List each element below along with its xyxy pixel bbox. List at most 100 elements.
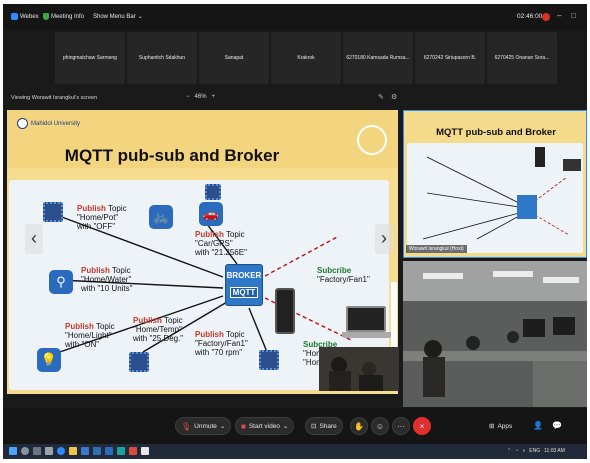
participant-tile[interactable]: phingmatchaw Sarmeng bbox=[55, 32, 125, 84]
arrow-fan-to-broker bbox=[248, 307, 268, 353]
webex-taskbar-icon[interactable] bbox=[117, 447, 125, 455]
topic-value: with "OFF" bbox=[77, 222, 116, 231]
file-explorer-icon[interactable] bbox=[69, 447, 77, 455]
share-button[interactable]: ⊡ Share bbox=[305, 417, 343, 435]
task-view-icon[interactable] bbox=[33, 447, 41, 455]
participant-name: Krakrok bbox=[297, 55, 315, 61]
mail-icon[interactable] bbox=[105, 447, 113, 455]
unmute-button[interactable]: 🎙 Unmute ⌄ bbox=[175, 417, 232, 435]
participant-name: 6270242 Siriupasorn B. bbox=[423, 55, 477, 61]
subscribe-keyword: Subcribe bbox=[317, 266, 352, 275]
language-indicator[interactable]: ENG bbox=[529, 448, 540, 454]
apps-button[interactable]: ⊞ Apps bbox=[489, 422, 512, 431]
university-name: Mahidol University bbox=[31, 120, 81, 127]
minimize-button[interactable]: – bbox=[557, 11, 561, 20]
publish-keyword: Publish bbox=[77, 204, 106, 213]
classroom-video-tile[interactable] bbox=[403, 261, 587, 407]
meeting-info-button[interactable]: Meeting Info bbox=[43, 13, 84, 20]
start-video-label: Start video bbox=[248, 422, 280, 430]
store-icon[interactable] bbox=[93, 447, 101, 455]
camera-off-icon: ■ bbox=[241, 421, 246, 431]
topic-word: Topic bbox=[163, 316, 183, 325]
chevron-down-icon: ⌄ bbox=[137, 14, 143, 20]
publish-keyword: Publish bbox=[81, 266, 110, 275]
search-icon[interactable] bbox=[21, 447, 29, 455]
show-menu-bar-button[interactable]: Show Menu Bar ⌄ bbox=[93, 13, 143, 21]
reactions-button[interactable]: ☺ bbox=[371, 417, 389, 435]
participant-tile[interactable]: Krakrok bbox=[271, 32, 341, 84]
app-icon[interactable] bbox=[141, 447, 149, 455]
maximize-button[interactable]: □ bbox=[571, 11, 576, 20]
leave-meeting-button[interactable]: × bbox=[413, 417, 431, 435]
annotate-icon[interactable]: ✎ bbox=[378, 93, 384, 101]
participant-name: 6270425 Onanan Sora... bbox=[494, 55, 550, 61]
viewing-label: Viewing Worawit Israngkul's screen bbox=[11, 95, 98, 101]
meeting-controls: 🎙 Unmute ⌄ ■ Start video ⌄ ⊡ Share ✋ ☺ ·… bbox=[3, 408, 587, 444]
topic-name: "Home/Light" bbox=[65, 331, 112, 340]
publish-label-gps: Publish Topic "Car/GPS" with "21.256E" bbox=[195, 230, 247, 257]
speaker-icon[interactable]: ◖ bbox=[522, 448, 525, 454]
topic-value: with "10 Units" bbox=[81, 284, 133, 293]
laptop-base bbox=[342, 332, 392, 338]
microphone-muted-icon: 🎙 bbox=[181, 421, 192, 431]
subscribe-label-1: Subcribe "Factory/Fan1" bbox=[317, 266, 370, 284]
slide-header: Mahidol University MQTT pub-sub and Brok… bbox=[7, 110, 398, 168]
laptop-icon bbox=[342, 306, 392, 342]
shield-icon bbox=[43, 13, 49, 20]
windows-start-icon[interactable] bbox=[9, 447, 17, 455]
app-icon[interactable] bbox=[129, 447, 137, 455]
presenter-camera-inset bbox=[319, 347, 399, 391]
chat-icon[interactable]: 💬 bbox=[552, 421, 562, 430]
participant-tile[interactable]: Suphanitch Sdakhun bbox=[127, 32, 197, 84]
light-bulb-icon: 💡 bbox=[37, 348, 61, 372]
topic-value: with "21.256E" bbox=[195, 248, 247, 257]
topic-name: "Car/GPS" bbox=[195, 239, 233, 248]
zoom-out-button[interactable]: − bbox=[186, 94, 190, 100]
topic-word: Topic bbox=[95, 322, 115, 331]
zoom-in-button[interactable]: + bbox=[212, 94, 216, 100]
app-name: Webex bbox=[20, 13, 39, 20]
participant-tile[interactable]: Sanapat bbox=[199, 32, 269, 84]
chevron-up-icon[interactable]: ⌃ bbox=[507, 448, 511, 454]
participant-tile[interactable]: 6270180 Kamsada Rumsa... bbox=[343, 32, 413, 84]
webex-menu[interactable]: Webex bbox=[11, 13, 39, 20]
publish-label-fan: Publish Topic "Factory/Fan1" with "70 rp… bbox=[195, 330, 248, 357]
previous-slide-button[interactable]: ‹ bbox=[25, 224, 43, 254]
meeting-info-label: Meeting Info bbox=[51, 13, 85, 20]
raise-hand-button[interactable]: ✋ bbox=[350, 417, 368, 435]
taskbar-clock[interactable]: 11:03 AM bbox=[544, 448, 565, 454]
chevron-down-icon[interactable]: ⌄ bbox=[220, 422, 225, 430]
topic-name: "Home/Water" bbox=[81, 275, 132, 284]
recording-indicator-icon[interactable] bbox=[542, 13, 550, 21]
wifi-icon[interactable]: ◔ bbox=[515, 448, 518, 454]
topic-word: Topic bbox=[225, 230, 245, 239]
mqtt-label: MQTT bbox=[230, 287, 258, 298]
widgets-icon[interactable] bbox=[45, 447, 53, 455]
preview-diagram bbox=[407, 143, 583, 253]
topic-name: "Home/Pot" bbox=[77, 213, 119, 222]
participant-tile[interactable]: 6270425 Onanan Sora... bbox=[487, 32, 557, 84]
preview-slide-title: MQTT pub-sub and Broker bbox=[436, 127, 556, 138]
start-video-button[interactable]: ■ Start video ⌄ bbox=[235, 417, 295, 435]
publish-label-temp: Publish Topic "Home/Temp" with "25 Deg." bbox=[133, 316, 183, 343]
topic-word: Topic bbox=[111, 266, 131, 275]
smartphone-icon bbox=[275, 288, 295, 334]
apps-icon: ⊞ bbox=[489, 423, 495, 430]
participant-name: Suphanitch Sdakhun bbox=[138, 55, 186, 61]
settings-icon[interactable]: ⚙ bbox=[391, 93, 397, 101]
preview-arrows bbox=[422, 147, 581, 240]
app-icon[interactable] bbox=[81, 447, 89, 455]
participants-icon[interactable]: 👤 bbox=[533, 421, 543, 430]
chevron-down-icon[interactable]: ⌄ bbox=[283, 422, 288, 430]
edge-icon[interactable] bbox=[57, 447, 65, 455]
more-options-button[interactable]: ··· bbox=[392, 417, 410, 435]
building-icon bbox=[259, 350, 279, 370]
classroom-scene bbox=[403, 261, 587, 407]
presenter-video-tile[interactable]: MQTT pub-sub and Broker Worawit Israngku… bbox=[403, 110, 587, 258]
next-slide-button[interactable]: › bbox=[375, 224, 393, 254]
title-bar: Webex Meeting Info Show Menu Bar ⌄ 02:46… bbox=[3, 4, 587, 30]
participant-tile[interactable]: 6270242 Siriupasorn B. bbox=[415, 32, 485, 84]
publish-keyword: Publish bbox=[133, 316, 162, 325]
share-label: Share bbox=[319, 422, 337, 430]
university-logo: Mahidol University bbox=[17, 118, 80, 129]
